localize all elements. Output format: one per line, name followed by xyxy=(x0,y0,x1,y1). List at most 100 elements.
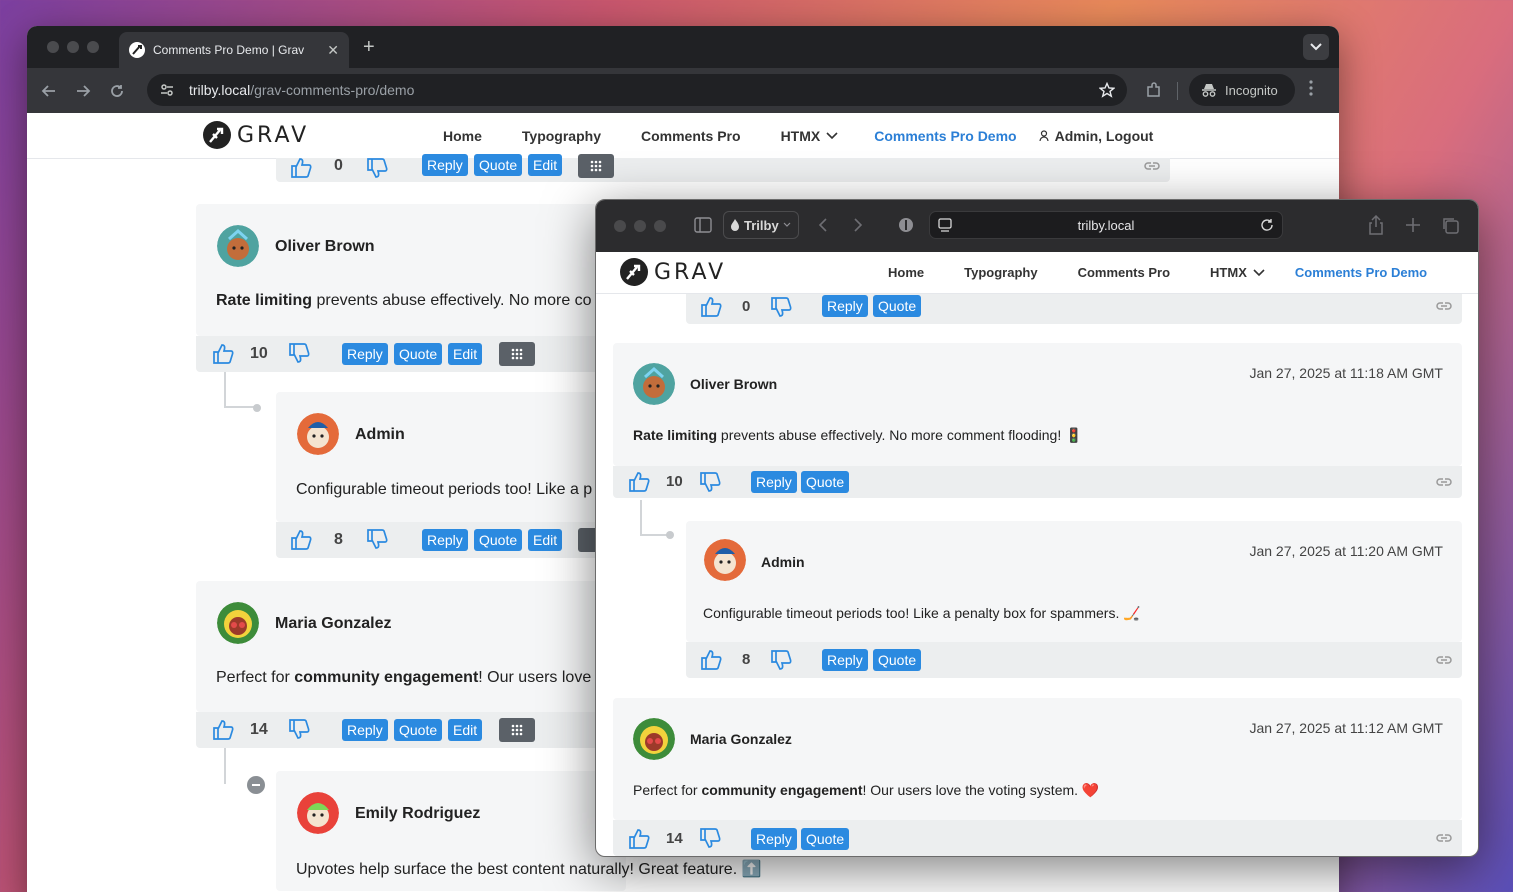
tab-search-button[interactable] xyxy=(1303,34,1329,60)
nav-comments-pro-demo[interactable]: Comments Pro Demo xyxy=(874,128,1016,144)
comment-author: Emily Rodriguez xyxy=(355,805,481,822)
vote-count: 10 xyxy=(666,473,683,490)
thumbs-down-icon[interactable] xyxy=(288,719,310,739)
vote-count: 8 xyxy=(742,651,751,668)
thumbs-down-icon[interactable] xyxy=(366,158,388,178)
privacy-report-icon[interactable] xyxy=(898,217,914,233)
maximize-window-button[interactable] xyxy=(654,220,666,232)
quote-button[interactable]: Quote xyxy=(394,719,443,741)
site-info-icon[interactable] xyxy=(159,82,175,98)
new-tab-button[interactable]: + xyxy=(363,36,375,59)
quote-button[interactable]: Quote xyxy=(801,471,850,493)
thumbs-up-icon[interactable] xyxy=(212,720,234,740)
chevron-down-icon xyxy=(1253,268,1265,276)
chevron-down-icon xyxy=(1310,43,1322,51)
reply-button[interactable]: Reply xyxy=(751,828,797,850)
permalink-icon[interactable] xyxy=(1144,160,1160,172)
thumbs-down-icon[interactable] xyxy=(699,828,721,848)
nav-comments-pro[interactable]: Comments Pro xyxy=(641,128,741,144)
profile-selector[interactable]: Trilby xyxy=(723,211,799,239)
sidebar-toggle-icon[interactable] xyxy=(694,217,712,233)
quote-button[interactable]: Quote xyxy=(873,649,922,671)
thumbs-up-icon[interactable] xyxy=(628,472,650,492)
reply-button[interactable]: Reply xyxy=(342,719,388,741)
thumbs-up-icon[interactable] xyxy=(290,158,312,178)
quote-button[interactable]: Quote xyxy=(474,154,523,176)
grav-logo[interactable]: GRAV xyxy=(620,258,726,286)
thumbs-up-icon[interactable] xyxy=(700,297,722,317)
permalink-icon[interactable] xyxy=(1436,476,1452,488)
nav-comments-pro[interactable]: Comments Pro xyxy=(1078,265,1170,280)
comment-date: Jan 27, 2025 at 11:12 AM GMT xyxy=(1249,720,1443,736)
reply-button[interactable]: Reply xyxy=(751,471,797,493)
reload-icon[interactable] xyxy=(1260,218,1274,232)
nav-typography[interactable]: Typography xyxy=(522,128,601,144)
reply-button[interactable]: Reply xyxy=(342,343,388,365)
grav-logo[interactable]: GRAV xyxy=(203,121,309,149)
maximize-window-button[interactable] xyxy=(87,41,99,53)
vote-count: 0 xyxy=(334,157,343,174)
chrome-tab[interactable]: Comments Pro Demo | Grav ✕ xyxy=(119,32,349,68)
quote-button[interactable]: Quote xyxy=(394,343,443,365)
reply-button[interactable]: Reply xyxy=(422,529,468,551)
more-actions-button[interactable] xyxy=(578,154,614,178)
thumbs-down-icon[interactable] xyxy=(770,297,792,317)
permalink-icon[interactable] xyxy=(1436,300,1452,312)
back-icon[interactable] xyxy=(41,83,57,99)
more-actions-button[interactable] xyxy=(499,718,535,742)
comment-author: Maria Gonzalez xyxy=(275,615,392,632)
share-icon[interactable] xyxy=(1368,215,1384,235)
nav-htmx[interactable]: HTMX xyxy=(781,128,839,144)
collapse-thread-button[interactable] xyxy=(247,776,265,794)
more-actions-button[interactable] xyxy=(499,342,535,366)
close-window-button[interactable] xyxy=(47,41,59,53)
address-bar[interactable]: trilby.local/grav-comments-pro/demo xyxy=(147,74,1127,106)
forward-icon[interactable] xyxy=(853,217,863,233)
close-tab-icon[interactable]: ✕ xyxy=(327,42,339,59)
edit-button[interactable]: Edit xyxy=(528,529,563,551)
quote-button[interactable]: Quote xyxy=(474,529,523,551)
close-window-button[interactable] xyxy=(614,220,626,232)
reply-button[interactable]: Reply xyxy=(822,649,868,671)
address-bar[interactable]: trilby.local xyxy=(929,211,1283,239)
nav-home[interactable]: Home xyxy=(888,265,924,280)
thumbs-up-icon[interactable] xyxy=(290,530,312,550)
edit-button[interactable]: Edit xyxy=(448,719,483,741)
thumbs-down-icon[interactable] xyxy=(366,529,388,549)
thumbs-down-icon[interactable] xyxy=(770,650,792,670)
extensions-icon[interactable] xyxy=(1145,81,1163,99)
thumbs-down-icon[interactable] xyxy=(288,343,310,363)
nav-typography[interactable]: Typography xyxy=(964,265,1037,280)
avatar xyxy=(633,363,675,405)
back-icon[interactable] xyxy=(818,217,828,233)
permalink-icon[interactable] xyxy=(1436,832,1452,844)
bookmark-star-icon[interactable] xyxy=(1099,82,1115,98)
edit-button[interactable]: Edit xyxy=(528,154,563,176)
new-tab-icon[interactable] xyxy=(1405,217,1421,233)
edit-button[interactable]: Edit xyxy=(448,343,483,365)
nav-htmx[interactable]: HTMX xyxy=(1210,265,1265,280)
nav-comments-pro-demo[interactable]: Comments Pro Demo xyxy=(1295,265,1427,280)
thumbs-up-icon[interactable] xyxy=(628,829,650,849)
tab-overview-icon[interactable] xyxy=(1441,216,1459,234)
quote-button[interactable]: Quote xyxy=(873,295,922,317)
permalink-icon[interactable] xyxy=(1436,654,1452,666)
more-menu-icon[interactable] xyxy=(1309,80,1313,96)
minimize-window-button[interactable] xyxy=(634,220,646,232)
forward-icon[interactable] xyxy=(75,83,91,99)
reply-button[interactable]: Reply xyxy=(822,295,868,317)
quote-button[interactable]: Quote xyxy=(801,828,850,850)
reply-button[interactable]: Reply xyxy=(422,154,468,176)
comment-author: Maria Gonzalez xyxy=(690,731,792,747)
incognito-indicator[interactable]: Incognito xyxy=(1189,74,1295,106)
minimize-window-button[interactable] xyxy=(67,41,79,53)
thumbs-down-icon[interactable] xyxy=(699,472,721,492)
comment-actions: 8 Reply Quote xyxy=(686,642,1462,678)
page-menu-icon[interactable] xyxy=(938,218,952,232)
nav-user[interactable]: Admin, Logout xyxy=(1038,128,1153,144)
thumbs-up-icon[interactable] xyxy=(212,344,234,364)
comment-card: Maria Gonzalez Jan 27, 2025 at 11:12 AM … xyxy=(613,698,1462,820)
nav-home[interactable]: Home xyxy=(443,128,482,144)
thumbs-up-icon[interactable] xyxy=(700,650,722,670)
reload-icon[interactable] xyxy=(109,83,125,99)
